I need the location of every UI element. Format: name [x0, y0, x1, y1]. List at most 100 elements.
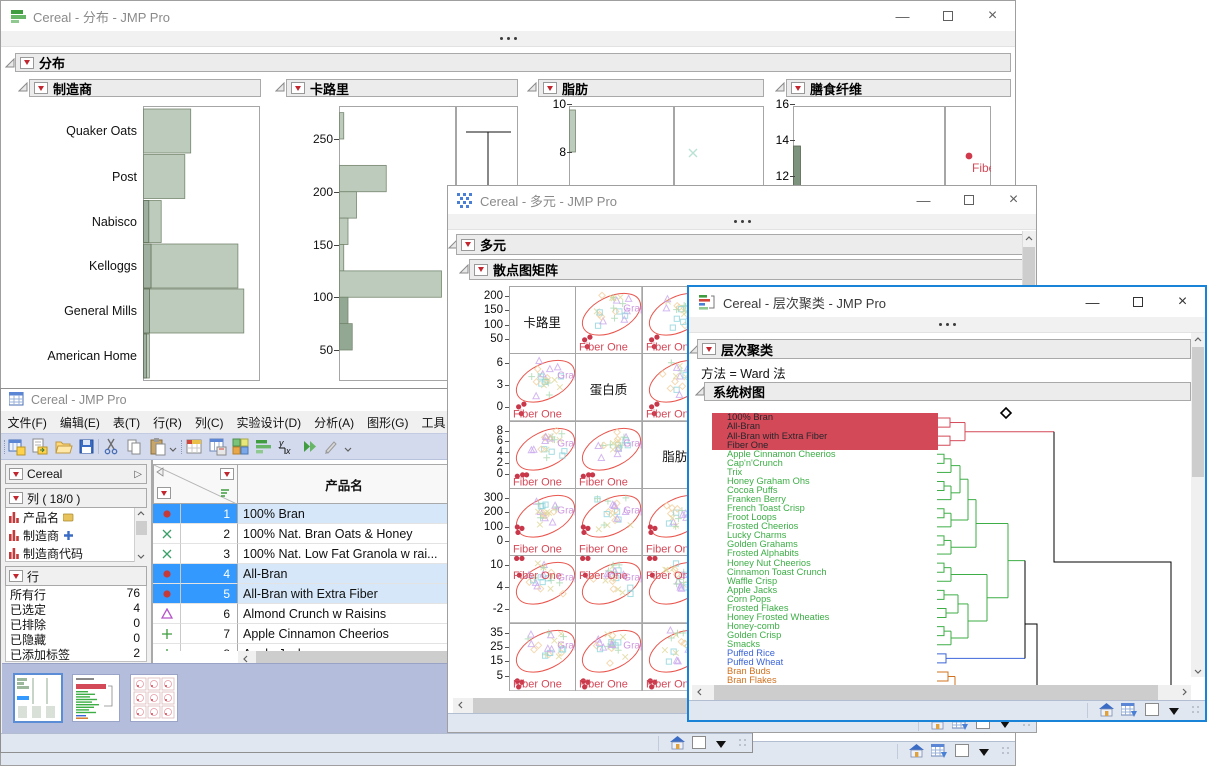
paste-icon[interactable] [149, 438, 167, 456]
open-journal-icon[interactable] [31, 438, 49, 456]
status-checkbox[interactable] [692, 736, 706, 749]
distribution-platform-icon[interactable] [255, 438, 273, 456]
panel-menu-button[interactable] [291, 82, 305, 94]
row-state-cell[interactable] [153, 604, 181, 624]
scroll-left-button[interactable] [456, 700, 466, 710]
manufacturer-histogram[interactable] [143, 106, 260, 381]
status-checkbox[interactable] [955, 744, 969, 757]
panel-menu-button[interactable] [543, 82, 557, 94]
panel-menu-button[interactable] [9, 492, 23, 504]
status-dropdown-arrow[interactable] [979, 749, 989, 756]
row-state-cell[interactable] [153, 544, 181, 564]
row-number-cell[interactable]: 6 [181, 604, 238, 624]
scroll-right-button[interactable] [1179, 687, 1189, 697]
columns-list-scrollbar[interactable] [134, 508, 147, 562]
scatter-cell[interactable]: Fiber OneGrape-Nuts [509, 421, 576, 489]
cluster-minimize-button[interactable]: — [1070, 287, 1115, 317]
row-state-cell[interactable] [153, 504, 181, 524]
cluster-gutter[interactable] [689, 317, 1205, 333]
scatter-cell[interactable]: Fiber OneGrape-Nuts [509, 555, 576, 623]
cluster-hscrollbar[interactable] [692, 685, 1191, 700]
panel-collapse-icon[interactable] [775, 82, 785, 92]
scatter-cell[interactable]: Fiber OneGrape-Nuts [509, 623, 576, 691]
report-thumbnail-multivariate-report[interactable] [130, 674, 178, 722]
scatter-cell[interactable]: Fiber OneGrape-Nuts [575, 623, 642, 691]
row-state-cell[interactable] [153, 564, 181, 584]
rows-panel-header[interactable]: 行 [5, 566, 147, 586]
columns-panel-header[interactable]: 列 ( 18/0 ) [5, 488, 147, 508]
scatter-cell[interactable]: Fiber OneGrape-Nuts [575, 488, 642, 556]
cluster-menu-button[interactable] [702, 343, 716, 355]
journal-icon[interactable] [186, 438, 204, 456]
menu-实验设计(D)[interactable]: 实验设计(D) [230, 411, 308, 434]
status-dropdown-arrow[interactable] [716, 741, 726, 748]
save-icon[interactable] [78, 438, 96, 456]
row-state-cell[interactable] [153, 584, 181, 604]
scatter-cell[interactable]: Fiber OneGrape-Nuts [509, 353, 576, 421]
table-panel-header[interactable]: Cereal▷ [5, 464, 147, 484]
scroll-down-button[interactable] [136, 551, 146, 561]
menu-文件(F)[interactable]: 文件(F) [1, 411, 53, 434]
toolbar-more-button[interactable] [168, 444, 178, 454]
cluster-close-button[interactable]: × [1160, 287, 1205, 317]
panel-header-3[interactable]: 膳食纤维 [786, 79, 1011, 97]
journal-icon[interactable] [1121, 703, 1137, 717]
cluster-maximize-button[interactable] [1115, 287, 1160, 317]
scroll-thumb[interactable] [136, 521, 147, 535]
menu-列(C)[interactable]: 列(C) [188, 411, 230, 434]
calories-histogram[interactable] [339, 106, 456, 381]
resize-grip[interactable] [1001, 746, 1013, 758]
new-journal-icon[interactable] [8, 438, 26, 456]
panel-header-0[interactable]: 制造商 [29, 79, 261, 97]
panel-header-2[interactable]: 脂肪 [538, 79, 764, 97]
row-number-cell[interactable]: 2 [181, 524, 238, 544]
open-folder-icon[interactable] [55, 438, 73, 456]
cluster-vscrollbar[interactable] [1191, 333, 1205, 677]
status-dropdown-arrow[interactable] [1169, 708, 1179, 715]
scatter-cell[interactable]: Fiber OneGrape-Nuts [575, 555, 642, 623]
columns-menu-button[interactable] [220, 468, 234, 480]
row-state-cell[interactable] [153, 624, 181, 644]
report-thumbnail-cluster-report[interactable] [72, 674, 120, 722]
scatter-cell[interactable]: Fiber OneGrape-Nuts [575, 286, 642, 354]
panel-menu-button[interactable] [34, 82, 48, 94]
row-state-cell[interactable] [153, 524, 181, 544]
row-number-cell[interactable]: 8 [181, 644, 238, 651]
run-script-icon[interactable] [301, 438, 319, 456]
cut-icon[interactable] [103, 438, 121, 456]
home-icon[interactable] [670, 736, 685, 750]
row-number-cell[interactable]: 1 [181, 504, 238, 524]
menu-图形(G)[interactable]: 图形(G) [361, 411, 415, 434]
row-number-cell[interactable]: 4 [181, 564, 238, 584]
panel-collapse-icon[interactable] [527, 82, 537, 92]
panel-menu-button[interactable] [9, 570, 23, 582]
scroll-down-button[interactable] [1193, 666, 1203, 676]
menu-表(T)[interactable]: 表(T) [106, 411, 146, 434]
panel-collapse-icon[interactable] [275, 82, 285, 92]
edit-script-icon[interactable] [323, 438, 341, 456]
column-item[interactable]: 产品名 [6, 508, 134, 526]
cluster-outline-header[interactable]: 层次聚类 [697, 339, 1191, 359]
copy-icon[interactable] [126, 438, 144, 456]
resize-grip[interactable] [1191, 705, 1203, 717]
panel-menu-button[interactable] [9, 468, 23, 480]
panel-collapse-icon[interactable] [18, 82, 28, 92]
toolbar-more-button-2[interactable] [343, 444, 353, 454]
row-state-cell[interactable] [153, 644, 181, 651]
home-icon[interactable] [1099, 703, 1114, 717]
menu-编辑(E)[interactable]: 编辑(E) [53, 411, 106, 434]
dendrogram-header[interactable]: 系统树图 [704, 382, 1191, 401]
column-item[interactable]: 制造商代码 [6, 544, 134, 562]
scroll-up-button[interactable] [136, 509, 146, 519]
panel-menu-button[interactable] [791, 82, 805, 94]
scatter-cell[interactable]: Fiber OneGrape-Nuts [575, 421, 642, 489]
journal-icon[interactable] [931, 744, 947, 758]
panel-header-1[interactable]: 卡路里 [286, 79, 518, 97]
status-checkbox[interactable] [1145, 703, 1159, 716]
datatable-hscrollbar[interactable] [238, 651, 450, 663]
grid-corner-cell[interactable] [153, 464, 238, 504]
row-number-cell[interactable]: 7 [181, 624, 238, 644]
scroll-left-button[interactable] [695, 687, 705, 697]
scatter-cell[interactable]: 蛋白质 [575, 353, 642, 421]
status-dropdown-arrow[interactable] [1000, 721, 1010, 728]
